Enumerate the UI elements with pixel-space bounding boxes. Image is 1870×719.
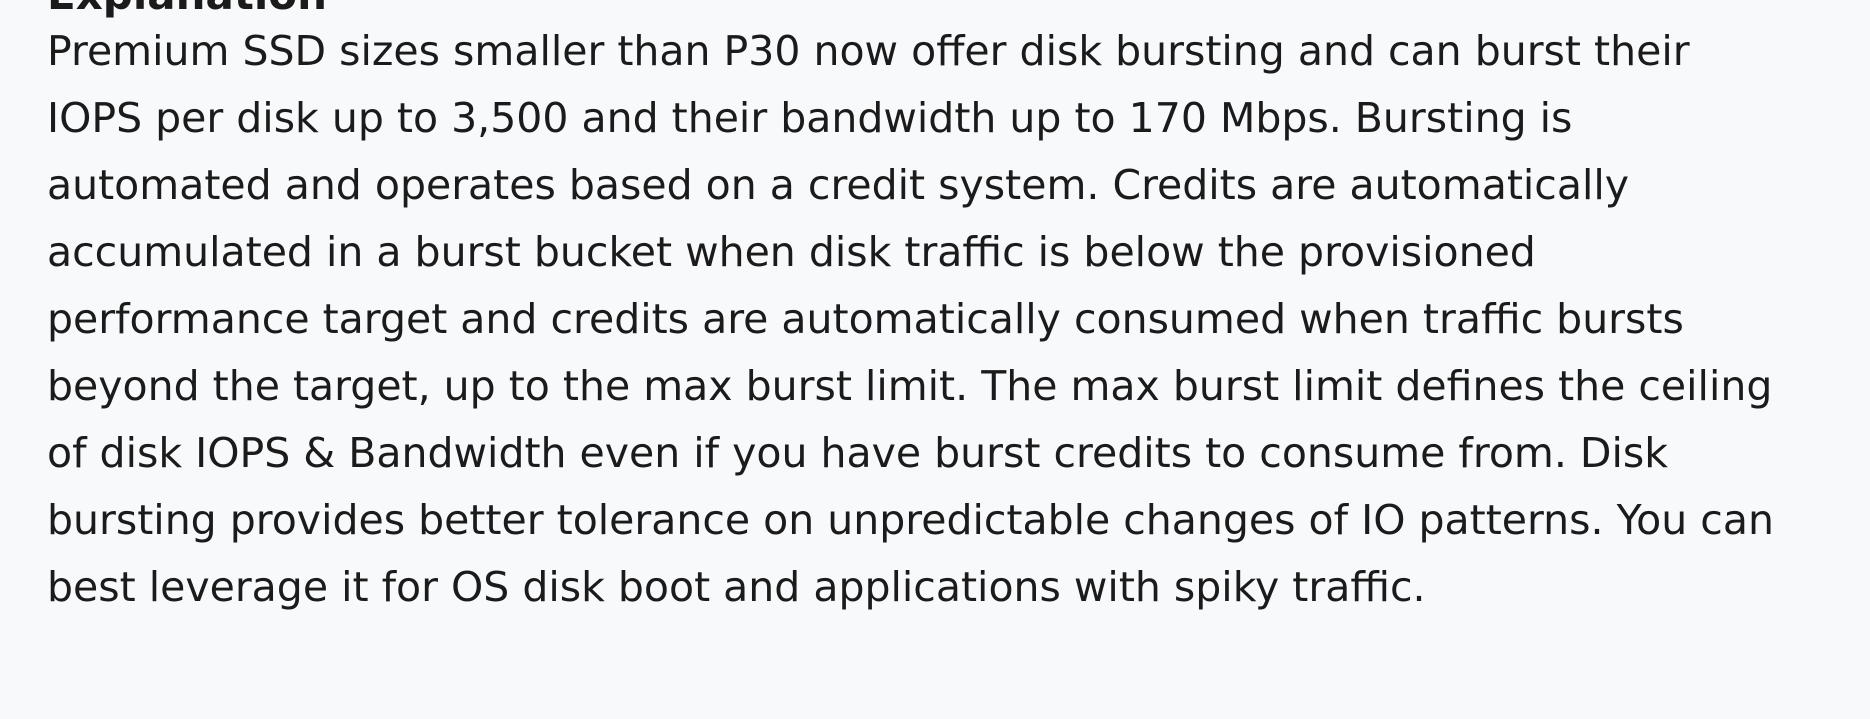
explanation-section: Explanation Premium SSD sizes smaller th… — [47, 0, 1847, 621]
explanation-line: of disk IOPS & Bandwidth even if you hav… — [47, 429, 1668, 477]
explanation-line: automated and operates based on a credit… — [47, 161, 1630, 209]
explanation-line: bursting provides better tolerance on un… — [47, 496, 1774, 544]
explanation-line: accumulated in a burst bucket when disk … — [47, 228, 1536, 276]
section-heading: Explanation — [47, 0, 1847, 18]
explanation-line: performance target and credits are autom… — [47, 295, 1684, 343]
explanation-line: best leverage it for OS disk boot and ap… — [47, 563, 1426, 611]
explanation-line: IOPS per disk up to 3,500 and their band… — [47, 94, 1573, 142]
explanation-line: Premium SSD sizes smaller than P30 now o… — [47, 27, 1690, 75]
explanation-paragraph: Premium SSD sizes smaller than P30 now o… — [47, 18, 1847, 621]
explanation-line: beyond the target, up to the max burst l… — [47, 362, 1773, 410]
